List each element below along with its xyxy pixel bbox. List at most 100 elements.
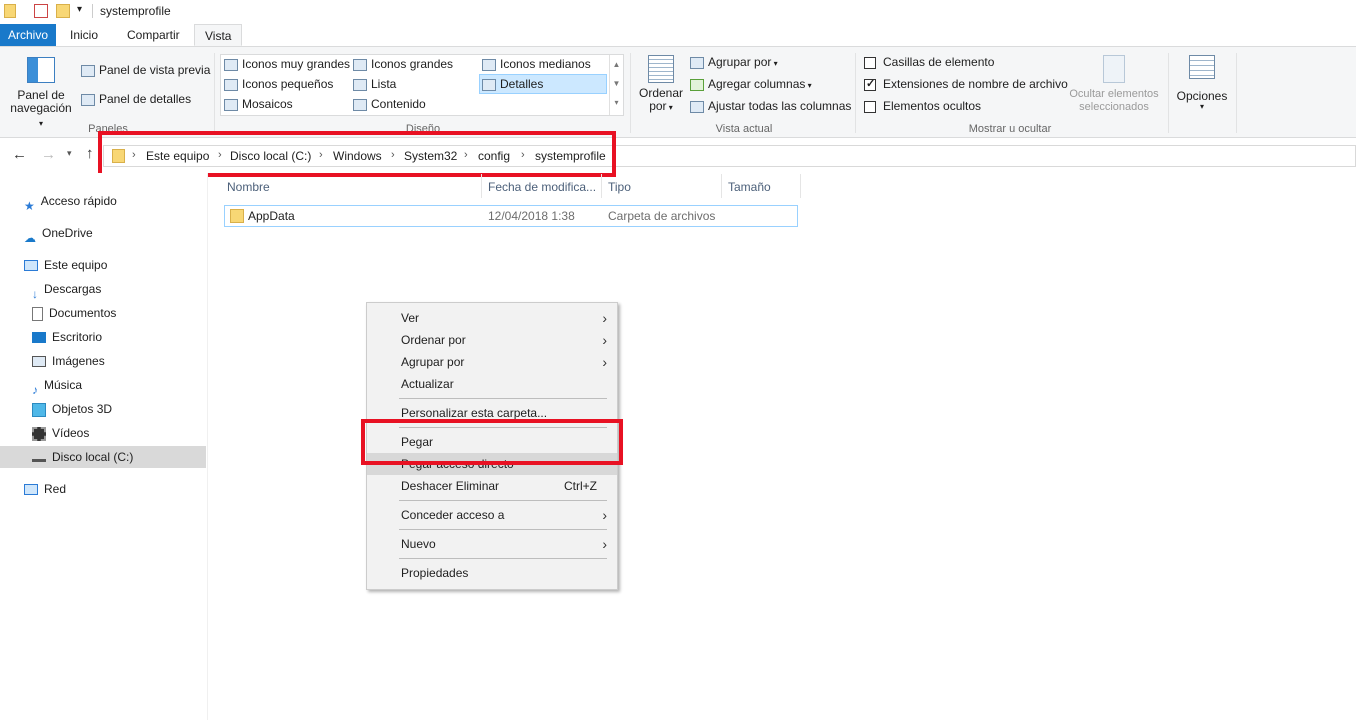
sort-by-button[interactable]: Ordenar por ▾ [638, 55, 684, 117]
menu-separator [399, 529, 607, 530]
highlight-box-address [98, 131, 616, 177]
sidebar-item-music[interactable]: ♪ Música [32, 374, 82, 397]
tab-inicio[interactable]: Inicio [60, 24, 108, 46]
layout-details-label: Detalles [500, 77, 544, 91]
menu-separator [399, 398, 607, 399]
new-folder-icon[interactable] [56, 4, 70, 18]
tab-compartir[interactable]: Compartir [117, 24, 190, 46]
item-checkboxes-toggle[interactable]: Casillas de elemento [864, 55, 994, 69]
sidebar-item-quick-access[interactable]: ★ Acceso rápido [24, 190, 117, 213]
layout-large-icons[interactable]: Iconos grandes [353, 57, 453, 71]
sidebar-item-pictures[interactable]: Imágenes [32, 350, 105, 372]
file-extensions-toggle[interactable]: Extensiones de nombre de archivo [864, 77, 1068, 91]
chevron-right-icon: › [602, 332, 607, 348]
hidden-items-label: Elementos ocultos [883, 99, 982, 113]
column-header-size[interactable]: Tamaño [728, 180, 771, 194]
sidebar-item-downloads[interactable]: ↓ Descargas [32, 278, 101, 301]
sidebar-item-documents[interactable]: Documentos [32, 302, 116, 324]
group-divider [1168, 53, 1169, 133]
menu-item-group-by[interactable]: Agrupar por › [367, 351, 617, 373]
film-icon [32, 426, 46, 441]
sidebar-item-desktop[interactable]: Escritorio [32, 326, 102, 348]
sidebar-item-label: Red [44, 482, 67, 496]
hide-selected-icon [1103, 55, 1125, 83]
checkbox-icon [864, 100, 876, 113]
layout-extra-large-icons[interactable]: Iconos muy grandes [224, 57, 350, 71]
qat-dropdown-icon[interactable]: ▾ [77, 4, 82, 15]
fit-columns-button[interactable]: Ajustar todas las columnas [690, 99, 851, 113]
layout-details[interactable]: Detalles [479, 74, 607, 94]
menu-item-sort-by[interactable]: Ordenar por › [367, 329, 617, 351]
hide-selected-button[interactable]: Ocultar elementos seleccionados [1064, 55, 1164, 117]
group-label-show-hide: Mostrar u ocultar [968, 123, 1052, 135]
download-arrow-icon: ↓ [32, 286, 38, 301]
add-columns-button[interactable]: Agregar columnas ▾ [690, 77, 812, 91]
hide-selected-label-1: Ocultar elementos [1069, 88, 1159, 100]
sidebar-item-this-pc[interactable]: Este equipo [24, 254, 107, 276]
highlight-box-paste [361, 419, 623, 465]
sidebar-item-3d-objects[interactable]: Objetos 3D [32, 398, 112, 420]
preview-pane-button[interactable]: Panel de vista previa [81, 63, 210, 77]
sort-icon [648, 55, 674, 83]
menu-separator [399, 558, 607, 559]
cube-icon [32, 402, 46, 417]
chevron-right-icon: › [602, 536, 607, 552]
forward-arrow-icon[interactable]: → [41, 146, 56, 163]
sort-label-1: Ordenar [638, 86, 684, 100]
network-icon [24, 484, 38, 496]
group-divider [1236, 53, 1237, 133]
properties-icon[interactable] [34, 4, 48, 18]
column-divider[interactable] [800, 174, 801, 198]
group-label-current-view: Vista actual [715, 123, 773, 135]
column-header-name[interactable]: Nombre [227, 180, 270, 194]
group-by-button[interactable]: Agrupar por ▾ [690, 55, 778, 69]
checkbox-checked-icon [864, 77, 876, 91]
gallery-scroll[interactable]: ▲ ▼ ▾ [609, 55, 623, 115]
nav-pane-label-1: Panel de [17, 88, 65, 102]
details-pane-button[interactable]: Panel de detalles [81, 92, 191, 106]
column-header-type[interactable]: Tipo [608, 180, 631, 194]
column-divider[interactable] [601, 174, 602, 198]
layout-tiles[interactable]: Mosaicos [224, 97, 293, 111]
chevron-right-icon: › [602, 354, 607, 370]
nav-pane-button[interactable]: Panel de navegación ▾ [10, 51, 72, 128]
table-row[interactable]: AppData 12/04/2018 1:38 Carpeta de archi… [224, 205, 798, 227]
fit-columns-label: Ajustar todas las columnas [708, 99, 852, 113]
cloud-icon: ☁ [24, 230, 36, 245]
layout-small-icons[interactable]: Iconos pequeños [224, 77, 333, 91]
layout-content[interactable]: Contenido [353, 97, 426, 111]
menu-item-undo-delete[interactable]: Deshacer Eliminar Ctrl+Z [367, 475, 617, 497]
layout-list[interactable]: Lista [353, 77, 396, 91]
sidebar-item-videos[interactable]: Vídeos [32, 422, 89, 444]
tab-archivo[interactable]: Archivo [0, 24, 56, 46]
sidebar-item-local-disk[interactable]: Disco local (C:) [0, 446, 206, 468]
menu-item-label: Agrupar por [401, 355, 465, 369]
file-type: Carpeta de archivos [608, 209, 716, 223]
up-arrow-icon[interactable]: ↑ [86, 145, 94, 162]
hidden-items-toggle[interactable]: Elementos ocultos [864, 99, 981, 113]
sidebar-item-network[interactable]: Red [24, 478, 66, 500]
sidebar-item-onedrive[interactable]: ☁ OneDrive [24, 222, 93, 245]
menu-item-ver[interactable]: Ver › [367, 307, 617, 329]
menu-item-refresh[interactable]: Actualizar [367, 373, 617, 395]
menu-item-label: Nuevo [401, 537, 436, 551]
layout-medium-icons[interactable]: Iconos medianos [482, 57, 591, 71]
column-header-date[interactable]: Fecha de modifica... [488, 180, 596, 194]
extra-large-icons-icon [224, 58, 238, 71]
group-divider [630, 53, 631, 133]
back-arrow-icon[interactable]: ← [12, 146, 27, 163]
recent-locations-icon[interactable]: ▾ [67, 148, 72, 159]
sidebar-item-label: Acceso rápido [40, 194, 117, 208]
sidebar-item-label: Vídeos [52, 426, 90, 440]
menu-item-new[interactable]: Nuevo › [367, 533, 617, 555]
menu-item-label: Actualizar [401, 377, 454, 391]
tab-vista[interactable]: Vista [194, 24, 243, 46]
column-divider[interactable] [721, 174, 722, 198]
column-divider[interactable] [481, 174, 482, 198]
large-icons-icon [353, 58, 367, 71]
menu-item-properties[interactable]: Propiedades [367, 562, 617, 584]
options-button[interactable]: Opciones ▾ [1174, 55, 1230, 117]
group-by-icon [690, 56, 704, 69]
menu-item-give-access[interactable]: Conceder acceso a › [367, 504, 617, 526]
desktop-icon [32, 332, 46, 344]
